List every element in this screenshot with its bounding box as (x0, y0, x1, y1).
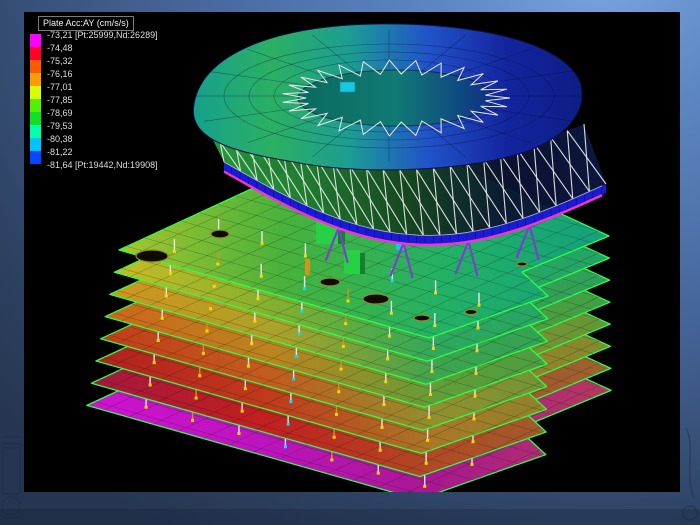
legend-colorbar (30, 34, 41, 164)
colorbar-segment (30, 47, 41, 60)
legend-label-max: -73,21 [Pt:25999,Nd:26289] (47, 30, 158, 41)
colorbar-segment (30, 73, 41, 86)
legend-label: -77,85 (47, 95, 73, 106)
slide-bottom-band (0, 509, 700, 525)
colorbar-segment (30, 99, 41, 112)
colorbar-segment (30, 151, 41, 164)
legend-label: -81,22 (47, 147, 73, 158)
colorbar-segment (30, 34, 41, 47)
contour-legend: Plate Acc:AY (cm/s/s) -73,21 [Pt:25999,N… (29, 16, 134, 164)
legend-label: -75,32 (47, 56, 73, 67)
legend-label: -80,38 (47, 134, 73, 145)
legend-title: Plate Acc:AY (cm/s/s) (38, 16, 134, 31)
colorbar-segment (30, 112, 41, 125)
legend-label-min: -81,64 [Pt:19442,Nd:19908] (47, 160, 158, 171)
colorbar-segment (30, 60, 41, 73)
model-viewport: Plate Acc:AY (cm/s/s) -73,21 [Pt:25999,N… (24, 12, 680, 492)
slide-background: { "legend": { "title": "Plate Acc:AY (cm… (0, 0, 700, 525)
legend-label: -74,48 (47, 43, 73, 54)
legend-label: -79,53 (47, 121, 73, 132)
legend-label: -77,01 (47, 82, 73, 93)
colorbar-segment (30, 138, 41, 151)
legend-label: -78,69 (47, 108, 73, 119)
legend-scale: -73,21 [Pt:25999,Nd:26289] -74,48 -75,32… (30, 34, 134, 164)
colorbar-segment (30, 86, 41, 99)
legend-label: -76,16 (47, 69, 73, 80)
tower-deck (189, 24, 589, 170)
colorbar-segment (30, 125, 41, 138)
deck-cyan-box (340, 82, 355, 92)
